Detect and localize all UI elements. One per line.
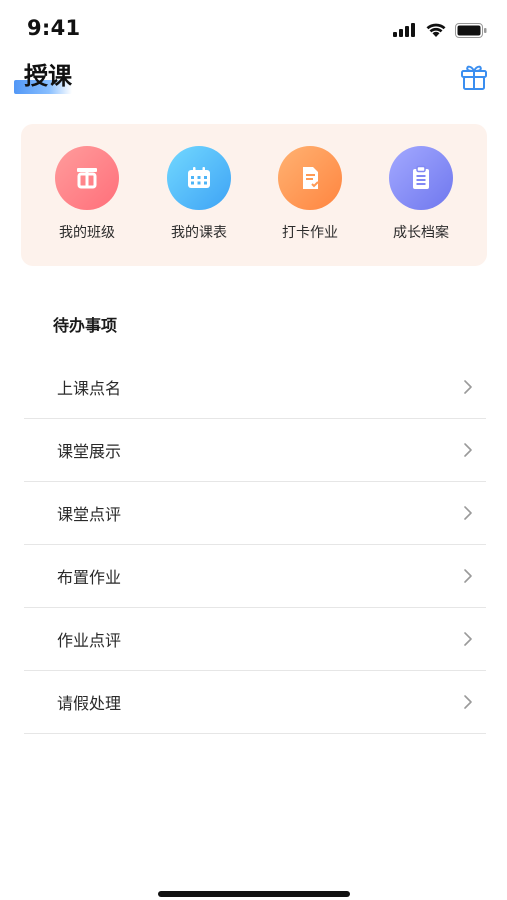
todo-section-title: 待办事项 [53, 316, 118, 335]
page-title: 授课 [24, 62, 72, 90]
todo-item-label: 作业点评 [57, 631, 122, 650]
clipboard-icon [413, 165, 429, 189]
todo-item-class-review[interactable]: 课堂点评 [24, 482, 486, 545]
quick-action-icon-circle [389, 146, 453, 210]
quick-action-icon-circle [55, 146, 119, 210]
todo-list: 上课点名 课堂展示 课堂点评 布置作业 作业点评 请假处理 [24, 356, 486, 734]
chevron-right-icon [464, 695, 472, 709]
quick-action-label: 打卡作业 [282, 225, 338, 241]
title-wrap: 授课 [14, 58, 72, 98]
quick-action-my-schedule[interactable]: 我的课表 [144, 146, 254, 242]
header: 授课 [0, 56, 507, 106]
class-icon [77, 168, 97, 189]
chevron-right-icon [464, 380, 472, 394]
quick-action-label: 成长档案 [393, 225, 449, 241]
todo-item-leave-request[interactable]: 请假处理 [24, 671, 486, 734]
quick-action-icon-circle [167, 146, 231, 210]
todo-item-class-display[interactable]: 课堂展示 [24, 419, 486, 482]
quick-action-growth-file[interactable]: 成长档案 [366, 146, 476, 242]
chevron-right-icon [464, 443, 472, 457]
todo-item-attendance[interactable]: 上课点名 [24, 356, 486, 419]
todo-item-label: 课堂展示 [57, 442, 122, 461]
status-bar: 9:41 [0, 0, 507, 56]
quick-action-icon-circle [278, 146, 342, 210]
quick-action-checkin-homework[interactable]: 打卡作业 [255, 146, 365, 242]
gift-button[interactable] [457, 58, 491, 94]
todo-item-label: 布置作业 [57, 568, 122, 587]
cellular-signal-icon [393, 23, 415, 37]
todo-item-label: 上课点名 [57, 379, 122, 398]
battery-icon [455, 22, 487, 38]
status-time: 9:41 [27, 16, 81, 40]
gift-icon [461, 65, 487, 90]
quick-action-my-class[interactable]: 我的班级 [32, 146, 142, 242]
todo-item-label: 请假处理 [57, 694, 122, 713]
chevron-right-icon [464, 632, 472, 646]
chevron-right-icon [464, 569, 472, 583]
calendar-icon [188, 167, 210, 188]
status-icons [393, 22, 487, 38]
chevron-right-icon [464, 506, 472, 520]
quick-actions-card: 我的班级 我的课表 打卡作业 成长档案 [21, 124, 487, 266]
document-check-icon [303, 167, 319, 189]
home-indicator[interactable] [158, 891, 350, 897]
wifi-icon [426, 23, 446, 37]
todo-item-assign-homework[interactable]: 布置作业 [24, 545, 486, 608]
todo-item-label: 课堂点评 [57, 505, 122, 524]
quick-action-label: 我的课表 [171, 225, 227, 241]
todo-item-homework-review[interactable]: 作业点评 [24, 608, 486, 671]
quick-action-label: 我的班级 [59, 225, 115, 241]
